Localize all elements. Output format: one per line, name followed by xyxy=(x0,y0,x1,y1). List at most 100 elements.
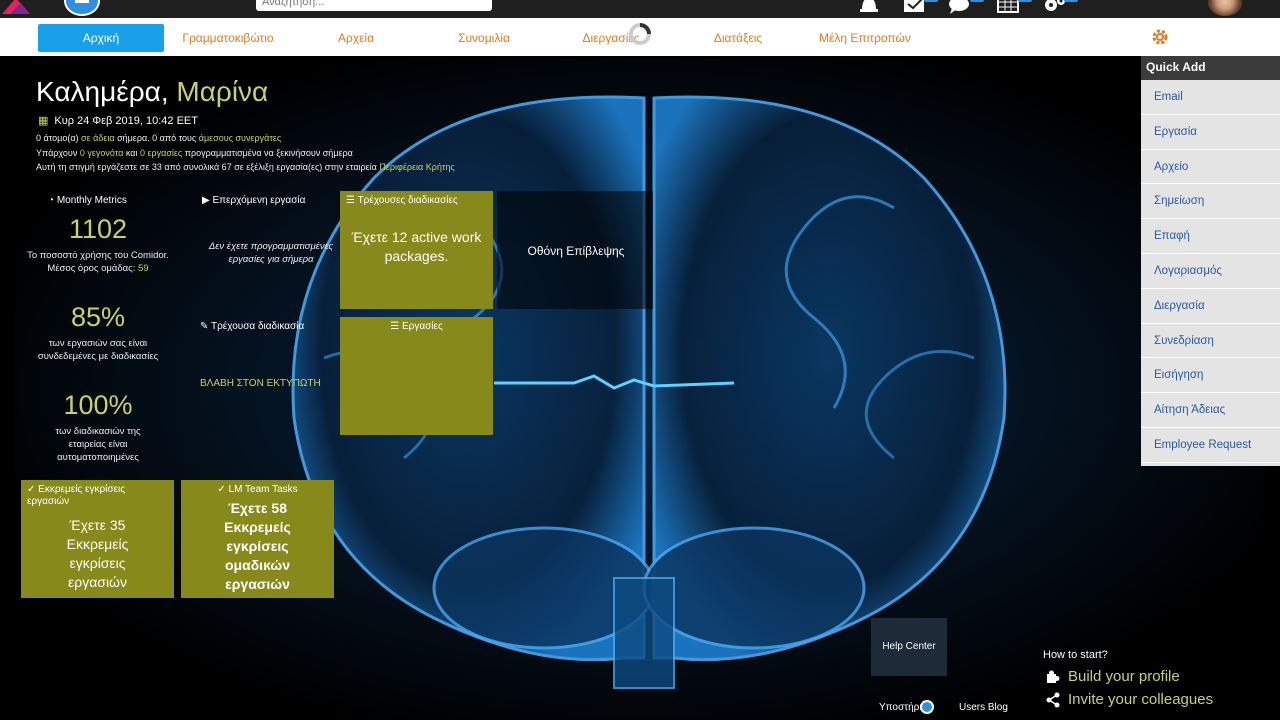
current-processes-label: Τρέχουσες διαδικασίες xyxy=(357,195,458,206)
quick-add-employee-request[interactable]: Employee Request xyxy=(1141,428,1280,463)
nav-committee-members[interactable]: Μέλη Επιτροπών xyxy=(808,24,922,52)
workload-info-line: Αυτή τη στιγμή εργάζεστε σε 33 από συνολ… xyxy=(36,162,455,172)
current-date: Κυρ 24 Φεβ 2019, 10:42 EET xyxy=(54,115,198,127)
calendar-badge xyxy=(1018,0,1032,2)
settings-badge xyxy=(1064,0,1078,2)
current-process-link[interactable]: ΒΛΑΒΗ ΣΤΟΝ ΕΚΤΥΠΩΤΗ xyxy=(200,378,321,389)
monitor-screen-label[interactable]: Οθόνη Επίβλεψης xyxy=(500,244,652,258)
tasks-widget[interactable]: ☰ Εργασίες xyxy=(340,317,493,435)
pen-icon: ✎ xyxy=(200,321,211,332)
notifications-bell-icon[interactable] xyxy=(856,0,882,16)
upcoming-task-label: Επερχόμενη εργασία xyxy=(212,195,306,206)
current-processes-body: Έχετε 12 active work packages. xyxy=(351,229,482,264)
events-info-and: και xyxy=(125,148,138,158)
chat-bubbles-icon[interactable] xyxy=(948,0,974,16)
quick-add-proposal[interactable]: Εισήγηση xyxy=(1141,358,1280,394)
calendar-grid-icon[interactable] xyxy=(996,0,1022,16)
share-icon xyxy=(1046,692,1060,708)
usage-metric-value: 1102 xyxy=(68,214,128,244)
invite-colleagues-link[interactable]: Invite your colleagues xyxy=(1068,691,1213,708)
calendar-icon: ▦ xyxy=(38,115,49,127)
team-average-value: 59 xyxy=(138,263,149,274)
on-leave-link[interactable]: σε άδεια xyxy=(81,133,115,143)
search-input[interactable] xyxy=(256,0,492,11)
leave-info-text: σήμερα. 0 από τους xyxy=(117,133,197,143)
loading-spinner-icon xyxy=(629,23,651,45)
play-icon: ▶ xyxy=(202,195,213,206)
quick-add-task[interactable]: Εργασία xyxy=(1141,115,1280,150)
linked-tasks-metric-desc: των εργασιών σας είναι συνδεδεμένες με δ… xyxy=(37,338,159,362)
nav-layouts[interactable]: Διατάξεις xyxy=(690,24,786,52)
quick-add-panel: Quick Add Email Εργασία Αρχείο Σημείωση … xyxy=(1141,56,1280,466)
quick-add-file[interactable]: Αρχείο xyxy=(1141,150,1280,185)
build-profile-link[interactable]: Build your profile xyxy=(1068,668,1180,685)
current-process-title: ✎ Τρέχουσα διαδικασία xyxy=(200,321,304,332)
quick-add-process[interactable]: Διεργασία xyxy=(1141,289,1280,324)
quick-add-meeting[interactable]: Συνεδρίαση xyxy=(1141,324,1280,359)
date-line: ▦ Κυρ 24 Φεβ 2019, 10:42 EET xyxy=(38,114,198,127)
list-icon: ☰ xyxy=(390,321,402,332)
nav-chat[interactable]: Συνομιλία xyxy=(434,24,534,52)
check-icon: ✓ xyxy=(27,484,39,495)
upcoming-task-title: ▶ Επερχόμενη εργασία xyxy=(202,195,305,206)
current-process-label: Τρέχουσα διαδικασία xyxy=(210,321,305,332)
events-info-text: Υπάρχουν xyxy=(36,148,78,158)
main-nav: Αρχική Γραμματοκιβώτιο Αρχεία Συνομιλία … xyxy=(0,18,1280,56)
app-menu-icon[interactable] xyxy=(64,0,100,16)
events-info-line: Υπάρχουν 0 γεγονότα και 0 εργασίες προγρ… xyxy=(36,148,353,158)
monthly-metrics-label: Monthly Metrics xyxy=(56,195,127,206)
chat-badge xyxy=(970,0,984,2)
pending-approvals-header: ✓ Εκκρεμείς εγκρίσεις εργασιών xyxy=(21,480,174,512)
leave-count-text: 0 άτομο(α) xyxy=(36,133,79,143)
monthly-metrics-title: ◔ Monthly Metrics xyxy=(48,195,127,206)
help-center-button[interactable]: Help Center xyxy=(871,618,947,676)
no-tasks-message: Δεν έχετε προγραμματισμένες εργασίες για… xyxy=(208,241,334,265)
quick-add-leave-request[interactable]: Αίτηση Άδειας xyxy=(1141,393,1280,428)
quick-add-note[interactable]: Σημείωση xyxy=(1141,184,1280,220)
nav-files[interactable]: Αρχεία xyxy=(306,24,406,52)
puzzle-icon xyxy=(1047,670,1060,683)
users-blog-link[interactable]: Users Blog xyxy=(959,702,1008,713)
list-icon: ☰ xyxy=(346,195,358,206)
greeting: Καλημέρα, Μαρίνα xyxy=(36,76,268,108)
quick-add-contact[interactable]: Επαφή xyxy=(1141,219,1280,254)
tasks-link[interactable]: 0 εργασίες xyxy=(140,148,182,158)
gauge-icon: ◔ xyxy=(48,195,57,206)
pending-approvals-label: Εκκρεμείς εγκρίσεις εργασιών xyxy=(27,484,126,507)
tasks-header: ☰ Εργασίες xyxy=(340,317,493,336)
company-link[interactable]: Περιφέρεια Κρήτης xyxy=(379,162,454,172)
greeting-user-name: Μαρίνα xyxy=(176,76,269,107)
events-link[interactable]: 0 γεγονότα xyxy=(80,148,124,158)
quick-add-account[interactable]: Λογαριασμός xyxy=(1141,254,1280,289)
quick-add-title: Quick Add xyxy=(1141,56,1280,80)
quick-add-email[interactable]: Email xyxy=(1141,80,1280,115)
check-icon: ✓ xyxy=(217,484,229,495)
settings-gears-icon[interactable] xyxy=(1042,0,1068,16)
gear-icon[interactable] xyxy=(1151,28,1169,46)
automated-processes-metric-desc: των διαδικασιών της εταιρείας είναι αυτο… xyxy=(55,426,141,463)
how-to-start-label: How to start? xyxy=(1043,649,1108,661)
tasks-label: Εργασίες xyxy=(401,321,443,332)
current-processes-widget[interactable]: ☰ Τρέχουσες διαδικασίες Έχετε 12 active … xyxy=(340,191,493,309)
linked-tasks-metric-value: 85% xyxy=(70,302,126,332)
pending-approvals-widget[interactable]: ✓ Εκκρεμείς εγκρίσεις εργασιών Έχετε 35 … xyxy=(21,480,174,598)
nav-mailbox[interactable]: Γραμματοκιβώτιο xyxy=(168,24,288,52)
team-tasks-header: ✓ LM Team Tasks xyxy=(181,480,334,499)
direct-colleagues-link[interactable]: άμεσους συνεργάτες xyxy=(199,133,281,143)
nav-home[interactable]: Αρχική xyxy=(38,24,164,52)
events-info-suffix: προγραμματισμένα να ξεκινήσουν σήμερα xyxy=(184,148,353,158)
leave-info-line: 0 άτομο(α) σε άδεια σήμερα. 0 από τους ά… xyxy=(36,133,281,143)
team-tasks-label: LM Team Tasks xyxy=(228,484,298,495)
usage-metric-desc: Το ποσοστό χρήσης του Comidor. Μέσος όρο… xyxy=(22,249,174,275)
brand-logo-icon[interactable] xyxy=(2,0,30,14)
team-tasks-widget[interactable]: ✓ LM Team Tasks Έχετε 58 Εκκρεμείς εγκρί… xyxy=(181,480,334,598)
support-chat-icon[interactable] xyxy=(920,700,934,714)
inbox-badge xyxy=(924,0,938,2)
team-tasks-body: Έχετε 58 Εκκρεμείς εγκρίσεις ομαδικών ερ… xyxy=(224,500,291,592)
user-avatar[interactable] xyxy=(1208,0,1242,16)
automated-processes-metric-value: 100% xyxy=(63,390,133,420)
workload-info-text: Αυτή τη στιγμή εργάζεστε σε 33 από συνολ… xyxy=(36,162,377,172)
inbox-check-icon[interactable] xyxy=(902,0,928,16)
greeting-prefix: Καλημέρα, xyxy=(36,76,169,107)
current-processes-header: ☰ Τρέχουσες διαδικασίες xyxy=(340,191,493,210)
